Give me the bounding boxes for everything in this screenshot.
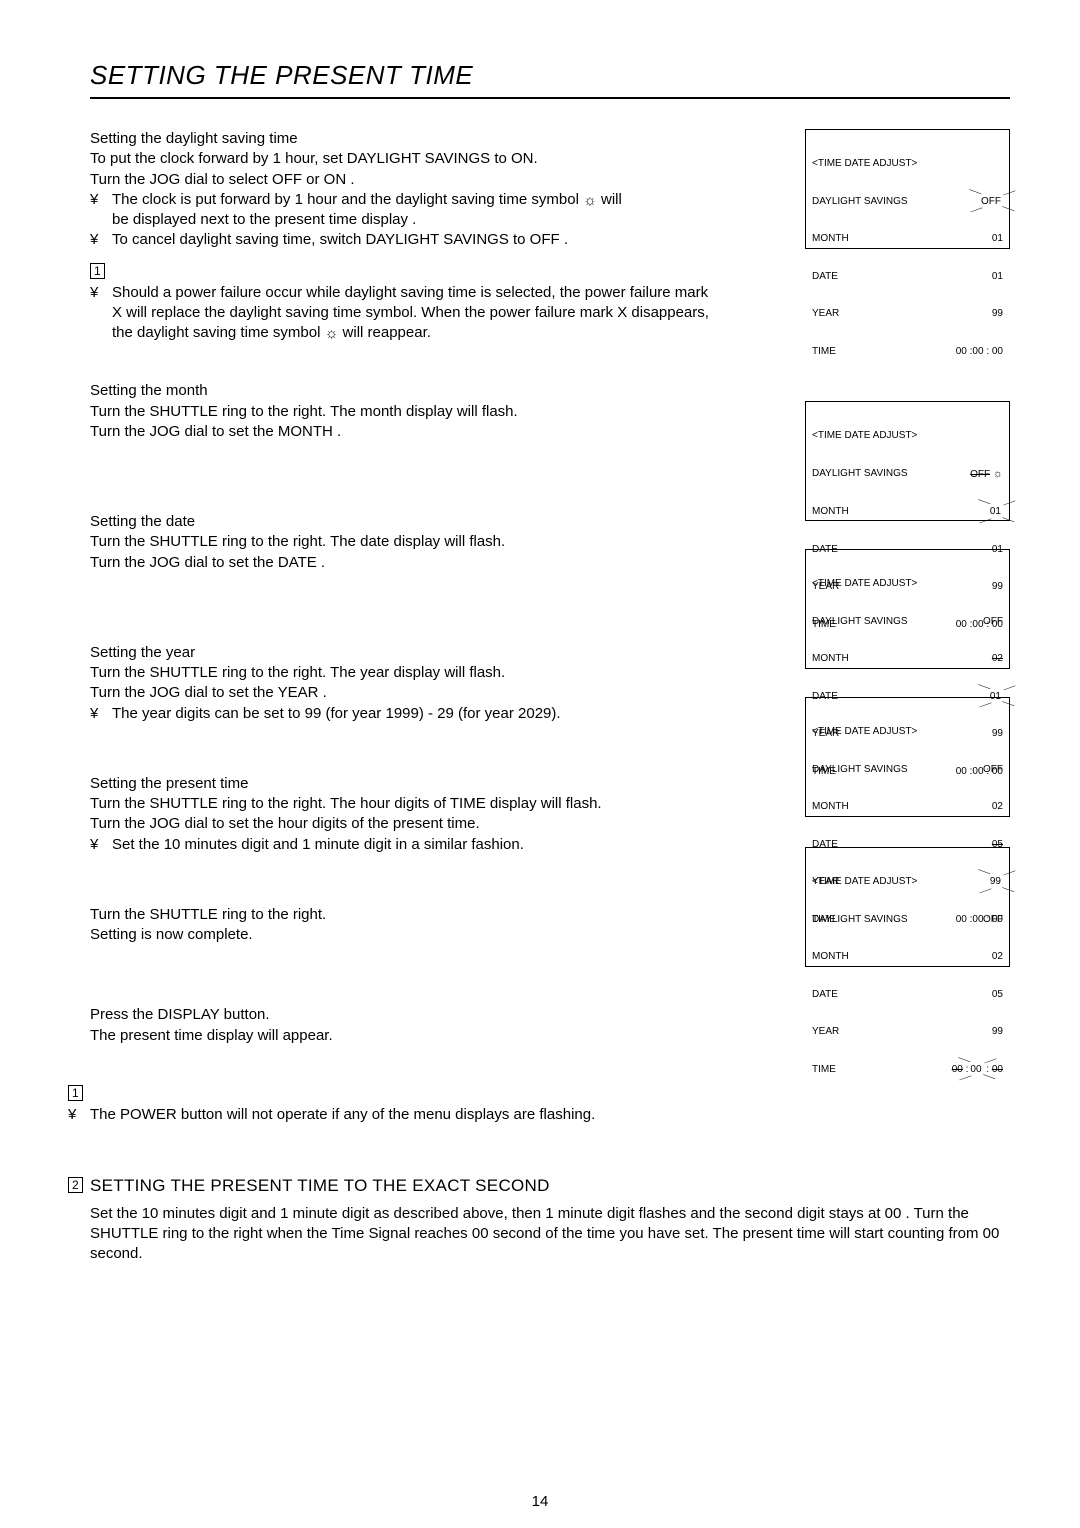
heading: Setting the date — [90, 512, 720, 532]
osd-screen-year: <TIME DATE ADJUST> DAYLIGHT SAVINGSOFF M… — [805, 697, 1010, 817]
text: be displayed next to the present time di… — [90, 210, 720, 230]
osd-screen-time: <TIME DATE ADJUST> DAYLIGHT SAVINGSOFF M… — [805, 847, 1010, 967]
heading: Setting the month — [90, 381, 720, 401]
text: Turn the JOG dial to set the YEAR . — [90, 683, 720, 703]
section-date: Setting the date Turn the SHUTTLE ring t… — [90, 512, 720, 573]
section-complete: Turn the SHUTTLE ring to the right. Sett… — [90, 905, 720, 946]
text: Turn the SHUTTLE ring to the right. The … — [90, 794, 720, 814]
section-daylight: Setting the daylight saving time To put … — [90, 129, 720, 343]
text: Should a power failure occur while dayli… — [112, 283, 720, 344]
text: Turn the SHUTTLE ring to the right. The … — [90, 402, 720, 422]
text: The present time display will appear. — [90, 1026, 720, 1046]
text: Set the 10 minutes digit and 1 minute di… — [90, 1204, 1010, 1265]
text: Turn the JOG dial to set the MONTH . — [90, 422, 720, 442]
note-marker: 2 — [68, 1175, 90, 1265]
text: The POWER button will not operate if any… — [90, 1105, 1010, 1125]
page-number: 14 — [0, 1493, 1080, 1510]
heading: Setting the year — [90, 643, 720, 663]
text: Turn the SHUTTLE ring to the right. The … — [90, 532, 720, 552]
osd-screen-date: <TIME DATE ADJUST> DAYLIGHT SAVINGSOFF M… — [805, 549, 1010, 669]
heading: SETTING THE PRESENT TIME TO THE EXACT SE… — [90, 1175, 1010, 1198]
sun-icon: ☼ — [993, 468, 1003, 480]
text: The clock is put forward by 1 hour and t… — [112, 190, 720, 210]
osd-screen-month: <TIME DATE ADJUST> DAYLIGHT SAVINGSOFF ☼… — [805, 401, 1010, 521]
text: Setting is now complete. — [90, 925, 720, 945]
section-year: Setting the year Turn the SHUTTLE ring t… — [90, 643, 720, 724]
note-marker: 1 — [90, 263, 105, 279]
section-month: Setting the month Turn the SHUTTLE ring … — [90, 381, 720, 442]
text: Turn the JOG dial to select OFF or ON . — [90, 170, 720, 190]
bullet: ¥ — [90, 704, 112, 724]
text: To put the clock forward by 1 hour, set … — [90, 149, 720, 169]
text: Turn the SHUTTLE ring to the right. The … — [90, 663, 720, 683]
section-display: Press the DISPLAY button. The present ti… — [90, 1005, 720, 1046]
text: Turn the JOG dial to set the hour digits… — [90, 814, 720, 834]
text: The year digits can be set to 99 (for ye… — [112, 704, 720, 724]
bullet: ¥ — [68, 1105, 90, 1125]
bullet: ¥ — [90, 835, 112, 855]
text: Set the 10 minutes digit and 1 minute di… — [112, 835, 720, 855]
sun-icon: ☼ — [583, 193, 597, 208]
sun-icon: ☼ — [325, 326, 339, 341]
heading: Setting the daylight saving time — [90, 129, 720, 149]
note-marker: 1 — [68, 1085, 83, 1101]
page-title: SETTING THE PRESENT TIME — [90, 60, 1010, 99]
text: Turn the JOG dial to set the DATE . — [90, 553, 720, 573]
bullet: ¥ — [90, 190, 112, 210]
bullet: ¥ — [90, 230, 112, 250]
osd-screen-daylight: <TIME DATE ADJUST> DAYLIGHT SAVINGS ＼／／＼… — [805, 129, 1010, 249]
text: Turn the SHUTTLE ring to the right. — [90, 905, 720, 925]
bullet: ¥ — [90, 283, 112, 344]
text: To cancel daylight saving time, switch D… — [112, 230, 720, 250]
heading: Setting the present time — [90, 774, 720, 794]
text: Press the DISPLAY button. — [90, 1005, 720, 1025]
section-time: Setting the present time Turn the SHUTTL… — [90, 774, 720, 855]
